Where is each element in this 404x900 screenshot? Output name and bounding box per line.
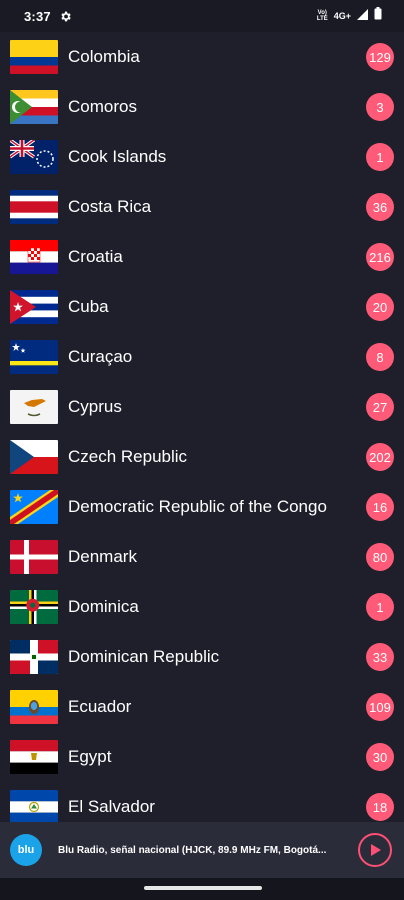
country-row[interactable]: Costa Rica 36: [0, 182, 404, 232]
volte-line2: LTE: [316, 16, 328, 22]
country-name: Colombia: [68, 47, 140, 66]
station-count-badge: 202: [366, 443, 394, 471]
status-right: Vo) LTE 4G+: [317, 7, 382, 25]
country-name: Czech Republic: [68, 447, 188, 466]
ecuador-flag-icon: [10, 690, 58, 724]
cyprus-flag-icon: [10, 390, 58, 424]
country-row[interactable]: Czech Republic 202: [0, 432, 404, 482]
croatia-flag-icon: [10, 240, 58, 274]
costarica-flag-icon: [10, 190, 58, 224]
station-count-badge: 30: [366, 743, 394, 771]
country-name: Dominica: [68, 597, 139, 616]
station-count-badge: 1: [366, 143, 394, 171]
station-count-badge: 16: [366, 493, 394, 521]
country-row[interactable]: Cyprus 27: [0, 382, 404, 432]
station-count-badge: 216: [366, 243, 394, 271]
station-count-badge: 33: [366, 643, 394, 671]
country-row[interactable]: Croatia 216: [0, 232, 404, 282]
country-row[interactable]: Democratic Republic of the Congo 16: [0, 482, 404, 532]
station-count-badge: 1: [366, 593, 394, 621]
country-row[interactable]: Cuba 20: [0, 282, 404, 332]
cuba-flag-icon: [10, 290, 58, 324]
country-row[interactable]: Ecuador 109: [0, 682, 404, 732]
country-row[interactable]: Denmark 80: [0, 532, 404, 582]
country-name: Democratic Republic of the Congo: [68, 497, 327, 516]
dominicanrep-flag-icon: [10, 640, 58, 674]
drc-flag-icon: [10, 490, 58, 524]
station-count-badge: 8: [366, 343, 394, 371]
home-handle[interactable]: [144, 886, 262, 890]
signal-icon: [357, 7, 368, 25]
country-name: Curaçao: [68, 347, 133, 366]
station-count-badge: 129: [366, 43, 394, 71]
country-row[interactable]: Colombia 129: [0, 32, 404, 82]
country-name: Cuba: [68, 297, 109, 316]
country-row[interactable]: El Salvador 18: [0, 782, 404, 822]
country-row[interactable]: Cook Islands 1: [0, 132, 404, 182]
czech-flag-icon: [10, 440, 58, 474]
gesture-nav-bar: [0, 878, 404, 900]
station-logo: blu: [10, 834, 42, 866]
status-time: 3:37: [24, 8, 51, 24]
country-list[interactable]: Colombia 129 Comoros 3 Cook Islands 1 Costa Ri…: [0, 32, 404, 822]
station-count-badge: 3: [366, 93, 394, 121]
country-name: Comoros: [68, 97, 137, 116]
play-icon: [371, 844, 381, 856]
country-name: El Salvador: [68, 797, 155, 816]
country-name: Cook Islands: [68, 147, 167, 166]
country-name: Costa Rica: [68, 197, 152, 216]
country-name: Denmark: [68, 547, 137, 566]
battery-icon: [374, 7, 382, 25]
status-bar: 3:37 Vo) LTE 4G+: [0, 0, 404, 32]
country-row[interactable]: Egypt 30: [0, 732, 404, 782]
station-title: Blu Radio, señal nacional (HJCK, 89.9 MH…: [58, 844, 327, 856]
station-count-badge: 80: [366, 543, 394, 571]
elsalvador-flag-icon: [10, 790, 58, 822]
country-row[interactable]: Curaçao 8: [0, 332, 404, 382]
mini-player[interactable]: blu Blu Radio, señal nacional (HJCK, 89.…: [0, 822, 404, 878]
network-type: 4G+: [333, 11, 351, 21]
station-count-badge: 27: [366, 393, 394, 421]
station-count-badge: 18: [366, 793, 394, 821]
denmark-flag-icon: [10, 540, 58, 574]
country-row[interactable]: Comoros 3: [0, 82, 404, 132]
country-name: Croatia: [68, 247, 123, 266]
curacao-flag-icon: [10, 340, 58, 374]
comoros-flag-icon: [10, 90, 58, 124]
station-count-badge: 36: [366, 193, 394, 221]
volte-indicator: Vo) LTE: [317, 10, 328, 22]
gear-icon: [59, 10, 72, 23]
play-button[interactable]: [358, 833, 392, 867]
cook-flag-icon: [10, 140, 58, 174]
station-count-badge: 109: [366, 693, 394, 721]
country-name: Cyprus: [68, 397, 122, 416]
country-name: Ecuador: [68, 697, 132, 716]
egypt-flag-icon: [10, 740, 58, 774]
country-name: Dominican Republic: [68, 647, 220, 666]
dominica-flag-icon: [10, 590, 58, 624]
country-name: Egypt: [68, 747, 112, 766]
country-row[interactable]: Dominican Republic 33: [0, 632, 404, 682]
country-row[interactable]: Dominica 1: [0, 582, 404, 632]
station-count-badge: 20: [366, 293, 394, 321]
colombia-flag-icon: [10, 40, 58, 74]
